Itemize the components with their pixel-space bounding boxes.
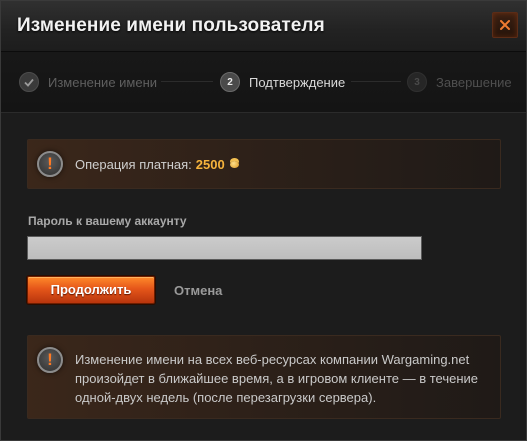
- step-completion: 3 Завершение: [407, 71, 512, 93]
- cost-label: Операция платная:: [75, 157, 192, 172]
- cost-text: Операция платная: 2500: [75, 157, 239, 172]
- step-connector: [161, 81, 213, 82]
- cancel-link[interactable]: Отмена: [174, 283, 222, 298]
- step-rename: Изменение имени: [19, 71, 157, 93]
- gold-coins-icon: [229, 161, 239, 168]
- info-text: Изменение имени на всех веб-ресурсах ком…: [75, 352, 479, 405]
- title-bar: Изменение имени пользователя: [1, 1, 526, 52]
- cost-amount: 2500: [195, 157, 225, 172]
- step-confirmation: 2 Подтверждение: [220, 71, 345, 93]
- step-number: 3: [407, 72, 427, 92]
- cost-notice: ! Операция платная: 2500: [27, 139, 501, 189]
- checkmark-icon: [19, 72, 39, 92]
- rename-dialog: Изменение имени пользователя Изменение и…: [0, 0, 527, 441]
- progress-stepper: Изменение имени 2 Подтверждение 3 Заверш…: [1, 52, 526, 113]
- step-label: Завершение: [436, 74, 512, 90]
- info-notice: ! Изменение имени на всех веб-ресурсах к…: [27, 335, 501, 419]
- dialog-title: Изменение имени пользователя: [17, 15, 325, 36]
- step-number: 2: [220, 72, 240, 92]
- warning-icon: !: [37, 151, 63, 177]
- warning-icon: !: [37, 347, 63, 373]
- step-label: Подтверждение: [249, 74, 346, 90]
- password-label: Пароль к вашему аккаунту: [28, 214, 187, 228]
- step-label: Изменение имени: [48, 74, 158, 90]
- close-icon: [500, 20, 510, 30]
- continue-button[interactable]: Продолжить: [27, 276, 155, 304]
- step-connector: [351, 81, 401, 82]
- close-button[interactable]: [492, 12, 518, 38]
- password-input[interactable]: [27, 236, 422, 260]
